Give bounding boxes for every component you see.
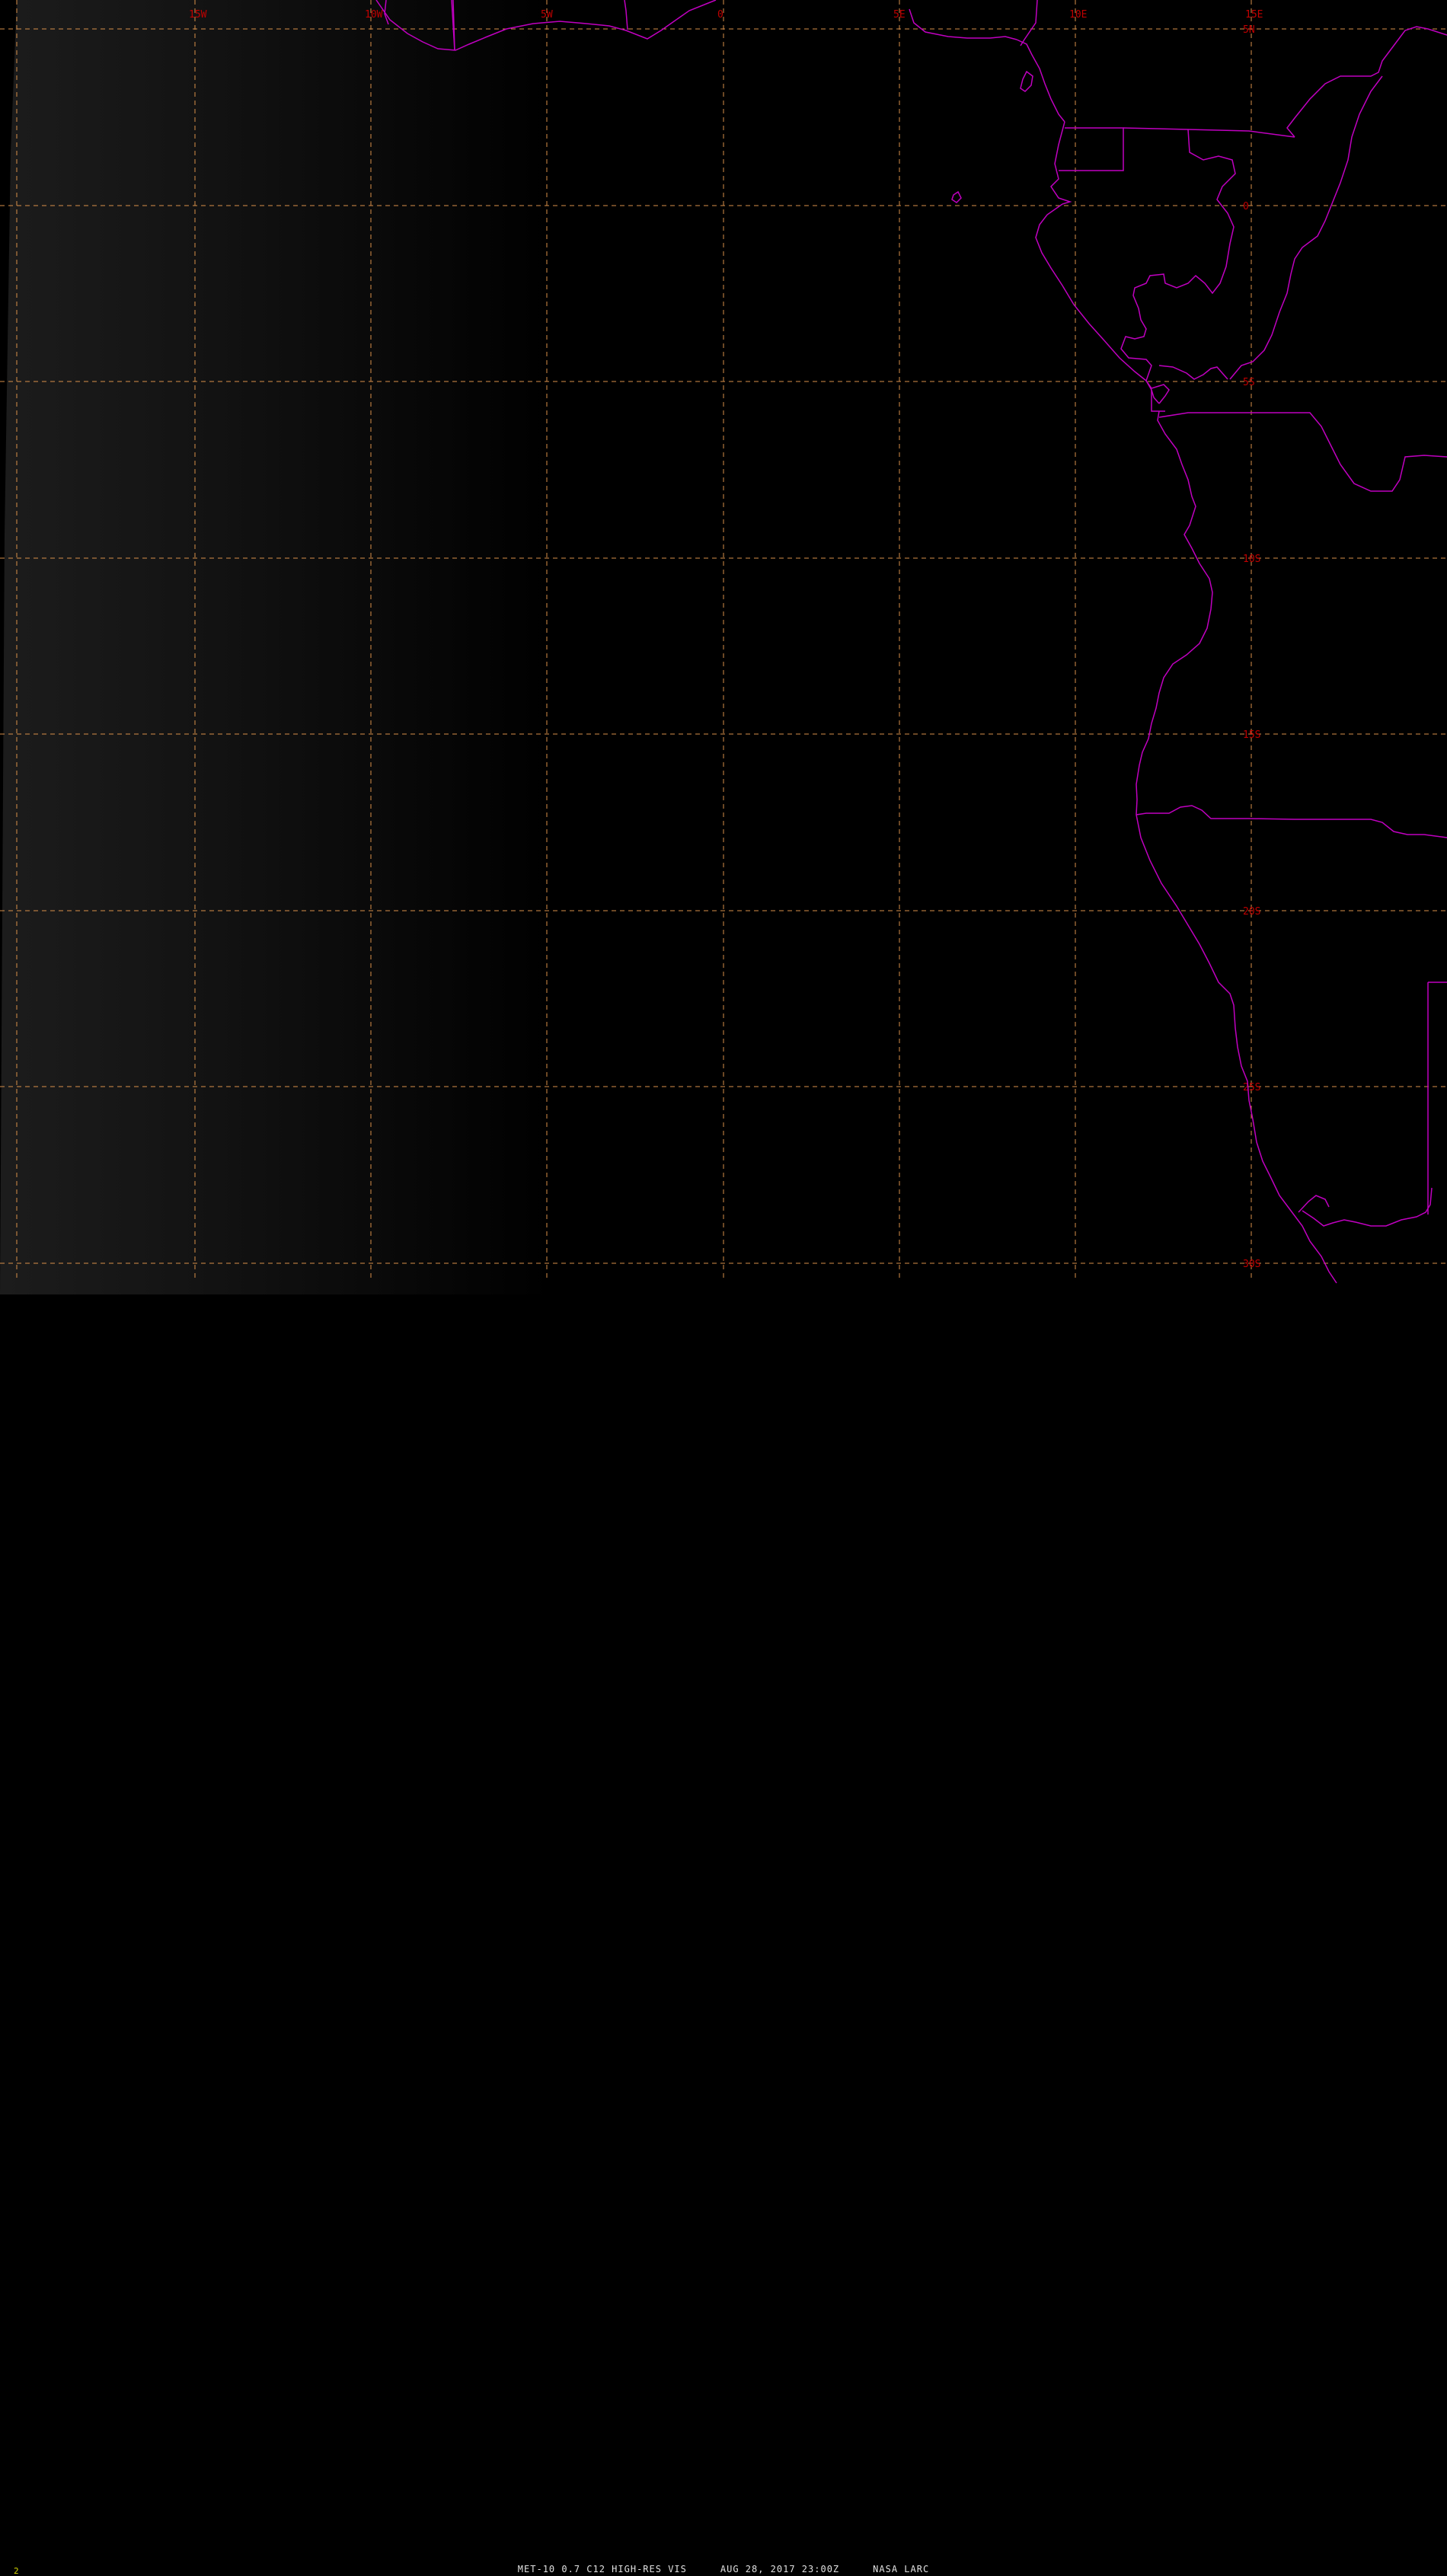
longitude-label: 5W (541, 9, 553, 21)
status-bar: 2 MET-10 0.7 C12 HIGH-RES VIS AUG 28, 201… (0, 1281, 1447, 2576)
longitude-label: 10E (1069, 9, 1087, 21)
night-terminator-shading (0, 0, 708, 1294)
image-caption: MET-10 0.7 C12 HIGH-RES VIS AUG 28, 2017 … (0, 2564, 1447, 2574)
longitude-label: 5E (893, 9, 906, 21)
latitude-label: 30S (1243, 1259, 1260, 1270)
satellite-map[interactable]: 15W 10W 5W 0 5E 10E 15E 5N 0 5S 10S 15S 20S 25S 30S (0, 0, 1447, 1294)
product-label: MET-10 0.7 C12 HIGH-RES VIS (517, 2564, 687, 2574)
credit-label: NASA LARC (873, 2564, 930, 2574)
longitude-label: 15E (1245, 9, 1263, 21)
latitude-label: 20S (1243, 906, 1260, 918)
latitude-label: 25S (1243, 1082, 1260, 1093)
longitude-label: 10W (365, 9, 383, 21)
longitude-label: 15W (189, 9, 207, 21)
datetime-label: AUG 28, 2017 23:00Z (720, 2564, 840, 2574)
longitude-label: 0 (717, 9, 724, 21)
latitude-label: 15S (1243, 729, 1260, 741)
latitude-label: 5S (1243, 377, 1255, 388)
latitude-label: 10S (1243, 554, 1260, 565)
latitude-label: 5N (1243, 24, 1255, 36)
latitude-label: 0 (1243, 201, 1249, 212)
